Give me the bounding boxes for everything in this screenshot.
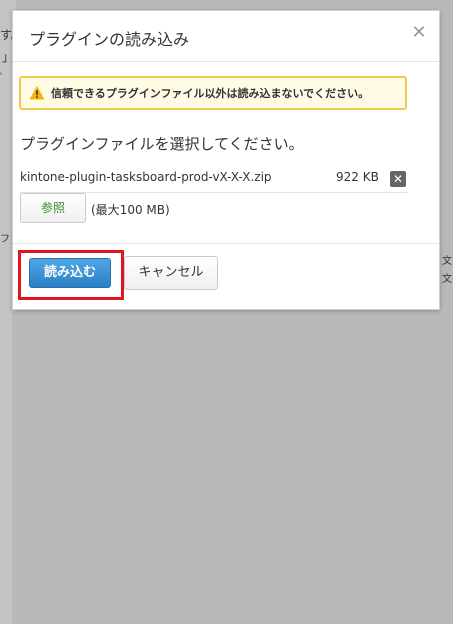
close-icon[interactable]: ✕: [411, 24, 427, 42]
warning-icon: [29, 86, 45, 100]
warning-message: 信頼できるプラグインファイル以外は読み込まないでください。: [19, 76, 407, 110]
instruction-text: プラグインファイルを選択してください。: [20, 135, 304, 153]
background-right-panel: [0, 312, 12, 624]
remove-file-icon[interactable]: ✕: [390, 171, 406, 187]
browse-button[interactable]: 参照: [20, 193, 86, 223]
size-limit-text: (最大100 MB): [91, 203, 170, 217]
warning-text: 信頼できるプラグインファイル以外は読み込まないでください。: [51, 87, 370, 100]
selected-file-row: kintone-plugin-tasksboard-prod-vX-X-X.zi…: [20, 170, 408, 193]
background-text: 文: [442, 274, 452, 285]
dialog-header: プラグインの読み込み ✕: [13, 11, 439, 62]
cancel-button[interactable]: キャンセル: [124, 256, 218, 290]
file-name: kintone-plugin-tasksboard-prod-vX-X-X.zi…: [20, 170, 272, 184]
background-text: 文: [442, 256, 452, 267]
file-size: 922 KB: [336, 170, 379, 184]
load-button[interactable]: 読み込む: [29, 258, 111, 288]
dialog-title: プラグインの読み込み: [29, 30, 190, 49]
